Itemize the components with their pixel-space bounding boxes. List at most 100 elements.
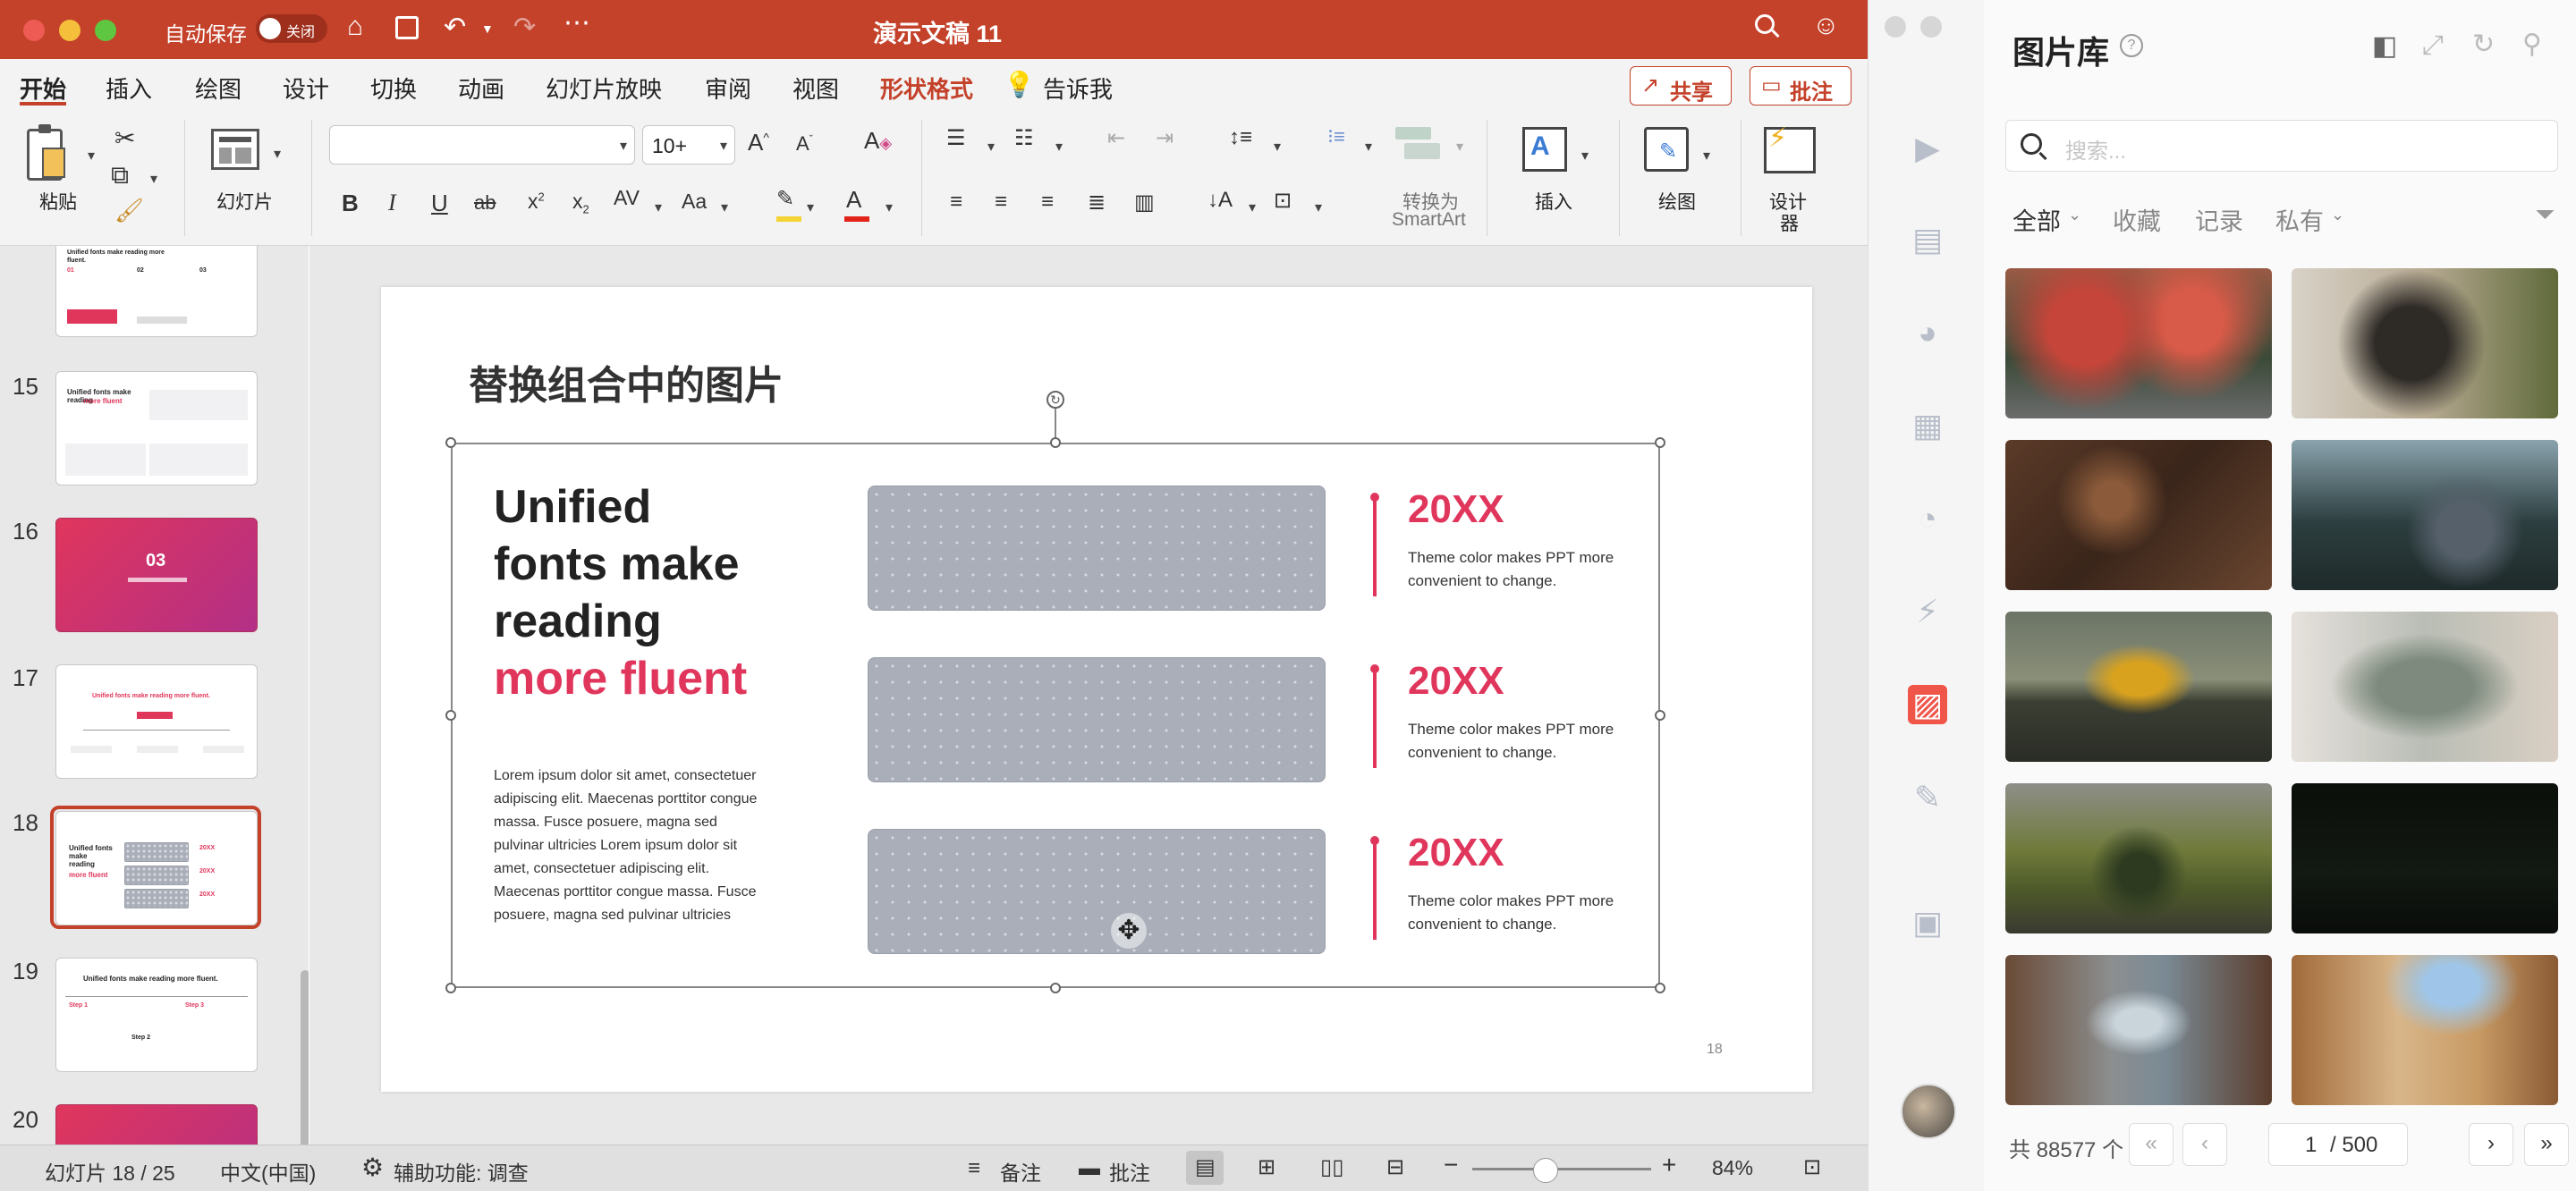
account-icon[interactable]: ☺ [1812,11,1840,41]
library-image[interactable] [2292,783,2558,933]
font-color-icon[interactable]: A [846,186,861,214]
smartart-list-icon[interactable]: ⁝≡ [1327,125,1345,148]
lightning-icon[interactable]: ⚡ [1908,592,1947,631]
smartart-list-dropdown-icon[interactable]: ▾ [1365,138,1372,156]
slide-heading[interactable]: Unified fonts make reading more fluent [494,478,747,707]
change-case-icon[interactable]: Aa [682,190,707,214]
tab-home[interactable]: 开始 [20,72,66,105]
draw-icon[interactable]: ✎ [1644,127,1689,172]
notes-icon[interactable]: ≡ [968,1156,980,1181]
normal-view-button[interactable]: ▤ [1186,1151,1224,1185]
tab-draw[interactable]: 绘图 [195,72,242,105]
resize-handle[interactable] [445,983,456,993]
tab-slideshow[interactable]: 幻灯片放映 [546,72,662,105]
character-spacing-icon[interactable]: AV [614,186,640,210]
library-image[interactable] [2005,955,2272,1105]
slide-title[interactable]: 替换组合中的图片 [469,353,784,410]
item-year[interactable]: 20XX [1408,659,1504,704]
italic-button[interactable]: I [388,190,396,216]
tab-design[interactable]: 设计 [283,72,329,105]
library-image[interactable] [2292,268,2558,418]
slide-thumbnail[interactable]: Unified fonts make reading more fluent. … [55,246,258,337]
more-icon[interactable]: ⋯ [564,7,590,38]
pin-icon[interactable]: ⚲ [2522,29,2542,60]
decrease-indent-icon[interactable]: ⇤ [1107,125,1125,151]
font-name-select[interactable]: ▾ [329,125,635,165]
help-icon[interactable]: ? [2120,34,2143,57]
resize-handle[interactable] [1050,437,1061,448]
designer-icon[interactable]: ⚡ [1764,123,1816,173]
zoom-window-button[interactable] [95,20,116,41]
align-center-icon[interactable]: ≡ [995,190,1007,215]
undo-icon[interactable]: ↶ [444,12,466,43]
picture-placeholder-2[interactable] [868,657,1326,782]
page-input[interactable]: 1 / 500 [2268,1123,2408,1166]
slideshow-view-icon[interactable]: ⊟ [1386,1154,1404,1180]
library-image[interactable] [2005,268,2272,418]
panel-close-button[interactable] [1885,16,1906,38]
autosave-toggle[interactable]: 关闭 [256,14,327,43]
close-window-button[interactable] [23,20,45,41]
item-year[interactable]: 20XX [1408,487,1504,532]
redo-icon[interactable]: ↷ [513,12,536,43]
thumbnail-scrollbar[interactable] [301,970,309,1145]
format-painter-icon[interactable]: 🖌 [114,197,144,224]
zoom-in-button[interactable]: + [1662,1151,1676,1179]
last-page-button[interactable]: » [2524,1123,2569,1166]
strikethrough-button[interactable]: ab [474,191,496,215]
item-description[interactable]: Theme color makes PPT more convenient to… [1408,890,1640,936]
filter-all[interactable]: 全部 [2012,202,2061,237]
zoom-out-button[interactable]: − [1444,1151,1458,1179]
slide-sorter-icon[interactable]: ⊞ [1258,1154,1275,1180]
text-direction-icon[interactable]: ↓A [1208,188,1233,213]
filter-history[interactable]: 记录 [2195,202,2243,237]
fit-to-window-icon[interactable]: ⊡ [1803,1154,1821,1180]
brush-icon[interactable]: ✎ [1908,778,1947,817]
palette-icon[interactable]: ◕ [1908,313,1947,352]
case-dropdown-icon[interactable]: ▾ [721,198,728,216]
insert-dropdown-icon[interactable]: ▾ [1581,147,1589,165]
columns-icon[interactable]: ▥ [1134,190,1155,215]
resize-handle[interactable] [1655,710,1665,721]
slide-thumbnail-current[interactable]: Unified fonts make reading more fluent 2… [55,811,258,925]
refresh-icon[interactable]: ↻ [2472,29,2495,60]
numbering-icon[interactable]: ☷ [1014,125,1034,151]
align-text-dropdown-icon[interactable]: ▾ [1315,198,1322,216]
paste-icon[interactable] [27,124,65,181]
clear-formatting-icon[interactable]: A◈ [864,127,892,155]
new-slide-icon[interactable] [211,129,259,170]
library-image[interactable] [2292,955,2558,1105]
rotate-handle[interactable]: ↻ [1046,391,1064,409]
underline-button[interactable]: U [431,190,448,217]
library-image[interactable] [2292,612,2558,762]
text-box-icon[interactable]: ▤ [1908,220,1947,259]
filter-private-dropdown-icon[interactable]: ⌄ [2331,206,2344,224]
filter-private[interactable]: 私有 [2275,202,2324,237]
save-icon[interactable] [395,16,419,39]
search-box[interactable]: 搜索... [2005,120,2558,172]
bullets-dropdown-icon[interactable]: ▾ [987,138,995,156]
paste-dropdown-icon[interactable]: ▾ [88,147,95,165]
tab-transitions[interactable]: 切换 [370,72,417,105]
cut-icon[interactable]: ✂ [114,123,135,153]
increase-font-icon[interactable]: A^ [748,129,769,156]
align-right-icon[interactable]: ≡ [1041,190,1054,215]
zoom-slider-track[interactable] [1472,1168,1651,1170]
slide-thumbnail[interactable] [55,1104,258,1145]
comments-button[interactable]: ▭ 批注 [1750,66,1852,106]
filter-favorites[interactable]: 收藏 [2113,202,2161,237]
zoom-slider-thumb[interactable] [1533,1158,1558,1183]
line-spacing-icon[interactable]: ↕≡ [1229,125,1252,150]
library-image[interactable] [2292,440,2558,590]
slide-thumbnail[interactable]: Unified fonts make reading more fluent [55,371,258,486]
tab-animations[interactable]: 动画 [458,72,504,105]
picture-placeholder-3[interactable] [868,829,1326,954]
bold-button[interactable]: B [342,190,359,217]
tab-view[interactable]: 视图 [792,72,839,105]
accessibility-icon[interactable]: ⚙ [361,1153,384,1182]
layout-dropdown-icon[interactable]: ▾ [274,145,281,163]
tab-review[interactable]: 审阅 [705,72,751,105]
next-page-button[interactable]: › [2469,1123,2513,1166]
font-color-dropdown-icon[interactable]: ▾ [886,198,893,216]
item-description[interactable]: Theme color makes PPT more convenient to… [1408,546,1640,593]
